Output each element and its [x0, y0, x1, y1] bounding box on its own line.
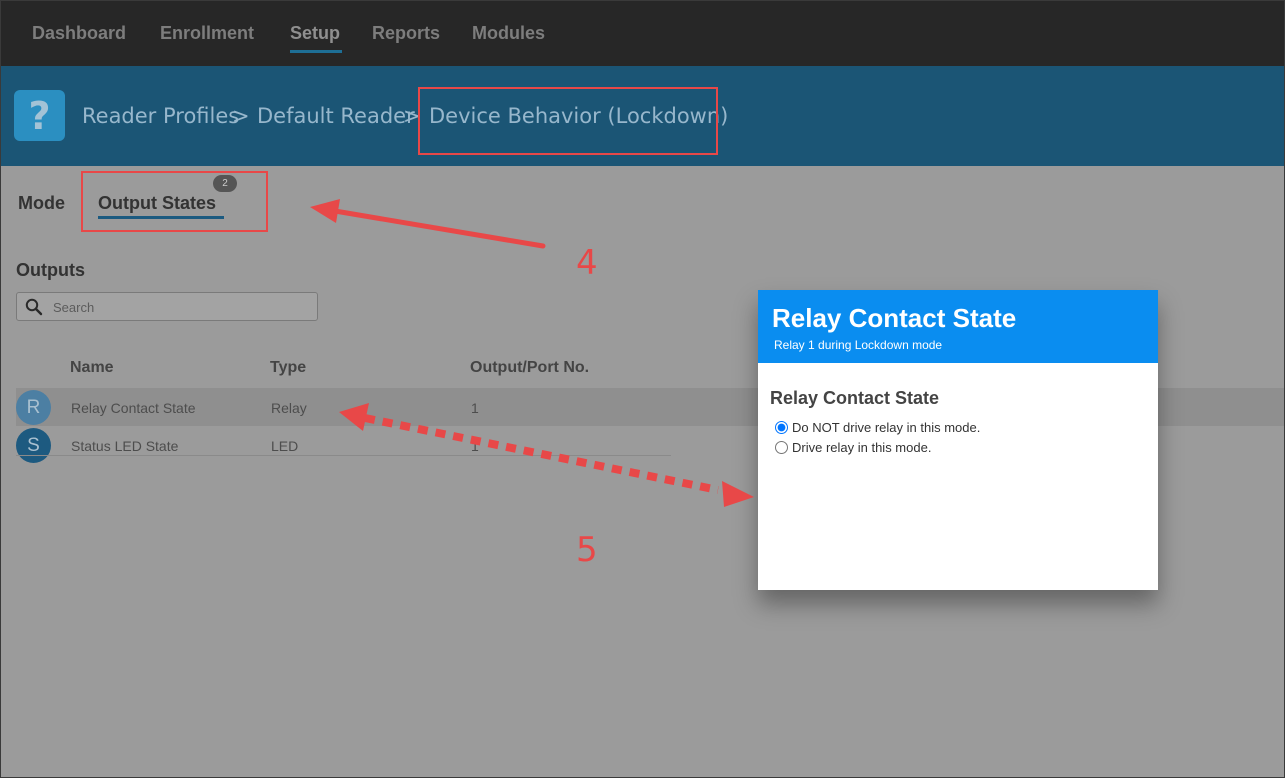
- row-type: LED: [271, 438, 299, 454]
- radio-do-not-drive[interactable]: [775, 421, 788, 434]
- nav-enrollment[interactable]: Enrollment: [160, 23, 254, 44]
- option-label: Drive relay in this mode.: [792, 440, 932, 455]
- dialog-subtitle: Relay 1 during Lockdown mode: [774, 338, 943, 352]
- field-label: Relay Contact State: [770, 388, 940, 408]
- row-port: 1: [471, 400, 479, 416]
- top-nav: Dashboard Enrollment Setup Reports Modul…: [1, 1, 1284, 66]
- search-icon: [25, 298, 43, 316]
- step-number-5: 5: [576, 530, 598, 570]
- tab-mode[interactable]: Mode: [18, 193, 65, 214]
- tab-output-states[interactable]: Output States: [98, 193, 216, 214]
- option-do-not-drive[interactable]: Do NOT drive relay in this mode.: [775, 420, 980, 435]
- row-divider: [16, 455, 671, 456]
- option-drive[interactable]: Drive relay in this mode.: [775, 440, 931, 455]
- column-header-type[interactable]: Type: [270, 359, 306, 377]
- nav-modules[interactable]: Modules: [472, 23, 545, 44]
- search-input[interactable]: [53, 297, 303, 317]
- column-header-name[interactable]: Name: [70, 359, 114, 377]
- row-port: 1: [471, 438, 479, 454]
- avatar: R: [16, 390, 51, 425]
- breadcrumb-reader-profiles[interactable]: Reader Profiles: [82, 104, 239, 128]
- option-label: Do NOT drive relay in this mode.: [792, 420, 981, 435]
- breadcrumb-separator: >: [232, 104, 250, 128]
- tab-active-indicator: [98, 216, 224, 219]
- column-header-port[interactable]: Output/Port No.: [470, 359, 589, 377]
- breadcrumb-separator: >: [403, 104, 421, 128]
- question-mark-icon: ?: [28, 93, 51, 138]
- nav-active-indicator: [290, 50, 342, 53]
- nav-setup[interactable]: Setup: [290, 23, 340, 44]
- count-badge: 2: [213, 175, 237, 192]
- relay-state-dialog: Relay Contact State Relay 1 during Lockd…: [758, 290, 1158, 590]
- row-name: Status LED State: [71, 438, 179, 454]
- step-number-4: 4: [576, 243, 598, 283]
- nav-dashboard[interactable]: Dashboard: [32, 23, 126, 44]
- radio-drive[interactable]: [775, 441, 788, 454]
- breadcrumb-default-reader[interactable]: Default Reader: [257, 104, 415, 128]
- row-type: Relay: [271, 400, 307, 416]
- page-header: ? Reader Profiles > Default Reader > Dev…: [1, 66, 1284, 166]
- nav-reports[interactable]: Reports: [372, 23, 440, 44]
- dialog-title: Relay Contact State: [772, 303, 1017, 333]
- breadcrumb-current-page: Device Behavior (Lockdown): [429, 104, 729, 128]
- search-box[interactable]: [16, 292, 318, 321]
- outputs-title: Outputs: [16, 260, 85, 280]
- help-button[interactable]: ?: [14, 90, 65, 141]
- row-name: Relay Contact State: [71, 400, 196, 416]
- avatar: S: [16, 428, 51, 463]
- dialog-header: Relay Contact State Relay 1 during Lockd…: [758, 290, 1158, 363]
